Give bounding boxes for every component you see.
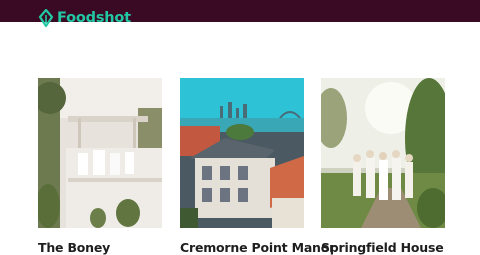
wedding-ceremony-photo bbox=[38, 78, 162, 228]
venue-card-image[interactable] bbox=[180, 78, 304, 228]
venue-card-image[interactable] bbox=[321, 78, 445, 228]
brand-logo[interactable]: Foodshot bbox=[38, 7, 131, 29]
harbour-mansion-photo bbox=[180, 78, 304, 228]
venue-card-title[interactable]: Cremorne Point Manor bbox=[180, 240, 335, 255]
brand-name: Foodshot bbox=[57, 9, 131, 26]
venue-card-title[interactable]: The Boney bbox=[38, 240, 110, 255]
venue-card-image[interactable] bbox=[38, 78, 162, 228]
leaf-logo-icon bbox=[38, 9, 54, 27]
bridal-party-photo bbox=[321, 78, 445, 228]
venue-card-title[interactable]: Springfield House bbox=[321, 240, 444, 255]
